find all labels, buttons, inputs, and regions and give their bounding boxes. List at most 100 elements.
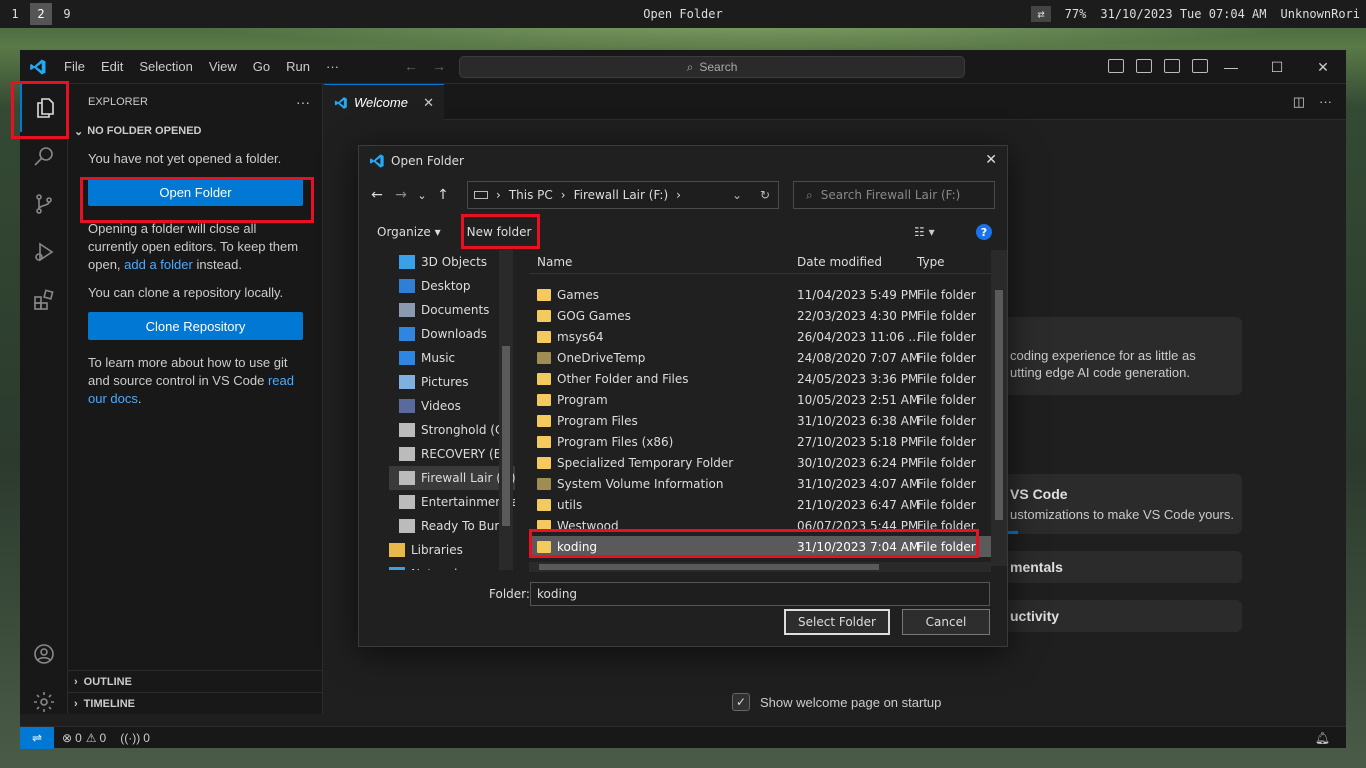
error-count[interactable]: 0 [75, 731, 82, 745]
get-started-card[interactable]: VS Code ustomizations to make VS Code yo… [1004, 474, 1242, 534]
tab-welcome[interactable]: Welcome ✕ [324, 84, 444, 120]
explorer-more-icon[interactable]: ··· [296, 94, 310, 110]
menu-selection[interactable]: Selection [131, 59, 200, 74]
nav-item[interactable]: Libraries [389, 538, 515, 562]
ports-count[interactable]: 0 [143, 731, 150, 745]
folder-row-item[interactable]: System Volume Information 31/10/2023 4:07… [529, 473, 991, 494]
address-dropdown-icon[interactable]: ⌄ [732, 188, 742, 202]
maximize-button[interactable]: ☐ [1254, 50, 1300, 84]
menu-file[interactable]: File [56, 59, 93, 74]
productivity-card[interactable]: uctivity [1004, 600, 1242, 632]
nav-item[interactable]: Downloads [389, 322, 515, 346]
folder-row-item[interactable]: GOG Games 22/03/2023 4:30 PM File folder [529, 305, 991, 326]
nav-item[interactable]: Entertainment and [389, 490, 515, 514]
manage-gear-icon[interactable] [20, 678, 68, 726]
nav-item[interactable]: Network [389, 562, 515, 570]
nav-item[interactable]: Ready To Burn [389, 514, 515, 538]
close-window-button[interactable]: ✕ [1300, 50, 1346, 84]
customize-layout-icon[interactable] [1192, 59, 1208, 73]
search-view-icon[interactable] [20, 132, 68, 180]
address-bar[interactable]: › This PC › Firewall Lair (F:) › ⌄ ↻ [467, 181, 779, 209]
warning-count[interactable]: 0 [100, 731, 107, 745]
dialog-search-box[interactable]: ⌕ Search Firewall Lair (F:) [793, 181, 995, 209]
dialog-close-icon[interactable]: ✕ [985, 152, 997, 168]
organize-button[interactable]: Organize ▾ [377, 225, 441, 239]
cancel-button[interactable]: Cancel [902, 609, 990, 635]
select-folder-button[interactable]: Select Folder [784, 609, 890, 635]
show-welcome-checkbox[interactable]: ✓ [732, 693, 750, 711]
extensions-icon[interactable] [20, 276, 68, 324]
column-type[interactable]: Type [911, 255, 991, 269]
back-arrow-icon[interactable]: ← [404, 58, 418, 74]
toggle-panel-icon[interactable] [1136, 59, 1152, 73]
folder-name-input[interactable] [530, 582, 990, 606]
folder-row-item[interactable]: utils 21/10/2023 6:47 AM File folder [529, 494, 991, 515]
menu-edit[interactable]: Edit [93, 59, 131, 74]
column-date-modified[interactable]: Date modified [791, 255, 911, 269]
folder-row-item[interactable]: Other Folder and Files 24/05/2023 3:36 PM… [529, 368, 991, 389]
change-view-icon[interactable]: ☷ ▾ [914, 225, 935, 239]
nav-item[interactable]: Pictures [389, 370, 515, 394]
folder-row-item[interactable]: Games 11/04/2023 5:49 PM File folder [529, 284, 991, 305]
refresh-icon[interactable]: ↻ [760, 188, 770, 202]
forward-arrow-icon[interactable]: → [432, 58, 446, 74]
recent-locations-icon[interactable]: ⌄ [413, 189, 431, 202]
workspace-1[interactable]: 1 [4, 3, 26, 25]
add-folder-link[interactable]: add a folder [124, 257, 193, 272]
nav-item[interactable]: Music [389, 346, 515, 370]
clone-repository-button[interactable]: Clone Repository [88, 312, 303, 340]
column-name[interactable]: Name [529, 255, 791, 269]
accounts-icon[interactable] [20, 630, 68, 678]
no-folder-section[interactable]: ⌄ NO FOLDER OPENED [68, 120, 322, 142]
nav-item[interactable]: Firewall Lair (F:) [389, 466, 515, 490]
menu-view[interactable]: View [201, 59, 245, 74]
split-editor-icon[interactable]: ◫ [1293, 94, 1305, 110]
folder-row-item[interactable]: msys64 26/04/2023 11:06 ... File folder [529, 326, 991, 347]
up-icon[interactable]: ↑ [431, 187, 455, 203]
navigation-scrollbar[interactable] [499, 250, 513, 570]
ports-icon[interactable]: ((·)) [120, 731, 140, 745]
nav-item[interactable]: Documents [389, 298, 515, 322]
source-control-icon[interactable] [20, 180, 68, 228]
error-icon[interactable]: ⊗ [62, 731, 72, 745]
swap-icon[interactable]: ⇄ [1031, 6, 1051, 22]
file-list-scrollbar[interactable] [991, 250, 1007, 566]
copilot-card[interactable]: coding experience for as little as uttin… [1004, 317, 1242, 395]
toggle-secondary-sidebar-icon[interactable] [1164, 59, 1180, 73]
breadcrumb-firewall-lair[interactable]: Firewall Lair (F:) [574, 188, 669, 202]
timeline-section[interactable]: › TIMELINE [68, 692, 323, 714]
folder-row-item[interactable]: Program Files 31/10/2023 6:38 AM File fold… [529, 410, 991, 431]
nav-item[interactable]: Desktop [389, 274, 515, 298]
menu-more[interactable]: ··· [318, 59, 347, 74]
folder-row-item[interactable]: Program 10/05/2023 2:51 AM File folder [529, 389, 991, 410]
back-icon[interactable]: ← [365, 187, 389, 203]
fundamentals-card[interactable]: mentals [1004, 551, 1242, 583]
outline-section[interactable]: › OUTLINE [68, 670, 323, 692]
nav-item[interactable]: RECOVERY (E:) [389, 442, 515, 466]
show-welcome-option[interactable]: ✓ Show welcome page on startup [732, 693, 941, 711]
warning-icon[interactable]: ⚠ [86, 731, 97, 745]
file-list-hscrollbar[interactable] [529, 562, 991, 572]
nav-item[interactable]: Stronghold (C:) [389, 418, 515, 442]
forward-icon[interactable]: → [389, 187, 413, 203]
menu-run[interactable]: Run [278, 59, 318, 74]
notifications-bell-icon[interactable]: 🔔︎ [1315, 731, 1330, 745]
command-center-search[interactable]: ⌕ Search [459, 56, 965, 78]
run-debug-icon[interactable] [20, 228, 68, 276]
folder-row-item[interactable]: OneDriveTemp 24/08/2020 7:07 AM File folde… [529, 347, 991, 368]
breadcrumb-this-pc[interactable]: This PC [509, 188, 553, 202]
folder-row-item[interactable]: Program Files (x86) 27/10/2023 5:18 PM Fil… [529, 431, 991, 452]
copilot-card-line2: utting edge AI code generation. [1010, 365, 1190, 380]
remote-icon[interactable]: ⇌ [20, 726, 54, 749]
close-tab-icon[interactable]: ✕ [423, 95, 434, 111]
help-icon[interactable]: ? [976, 224, 992, 240]
nav-item[interactable]: 3D Objects [389, 250, 515, 274]
nav-item[interactable]: Videos [389, 394, 515, 418]
minimize-button[interactable]: — [1208, 50, 1254, 84]
menu-go[interactable]: Go [245, 59, 278, 74]
workspace-2[interactable]: 2 [30, 3, 52, 25]
workspace-9[interactable]: 9 [56, 3, 78, 25]
editor-more-icon[interactable]: ··· [1319, 94, 1332, 110]
toggle-primary-sidebar-icon[interactable] [1108, 59, 1124, 73]
folder-row-item[interactable]: Specialized Temporary Folder 30/10/2023 6… [529, 452, 991, 473]
